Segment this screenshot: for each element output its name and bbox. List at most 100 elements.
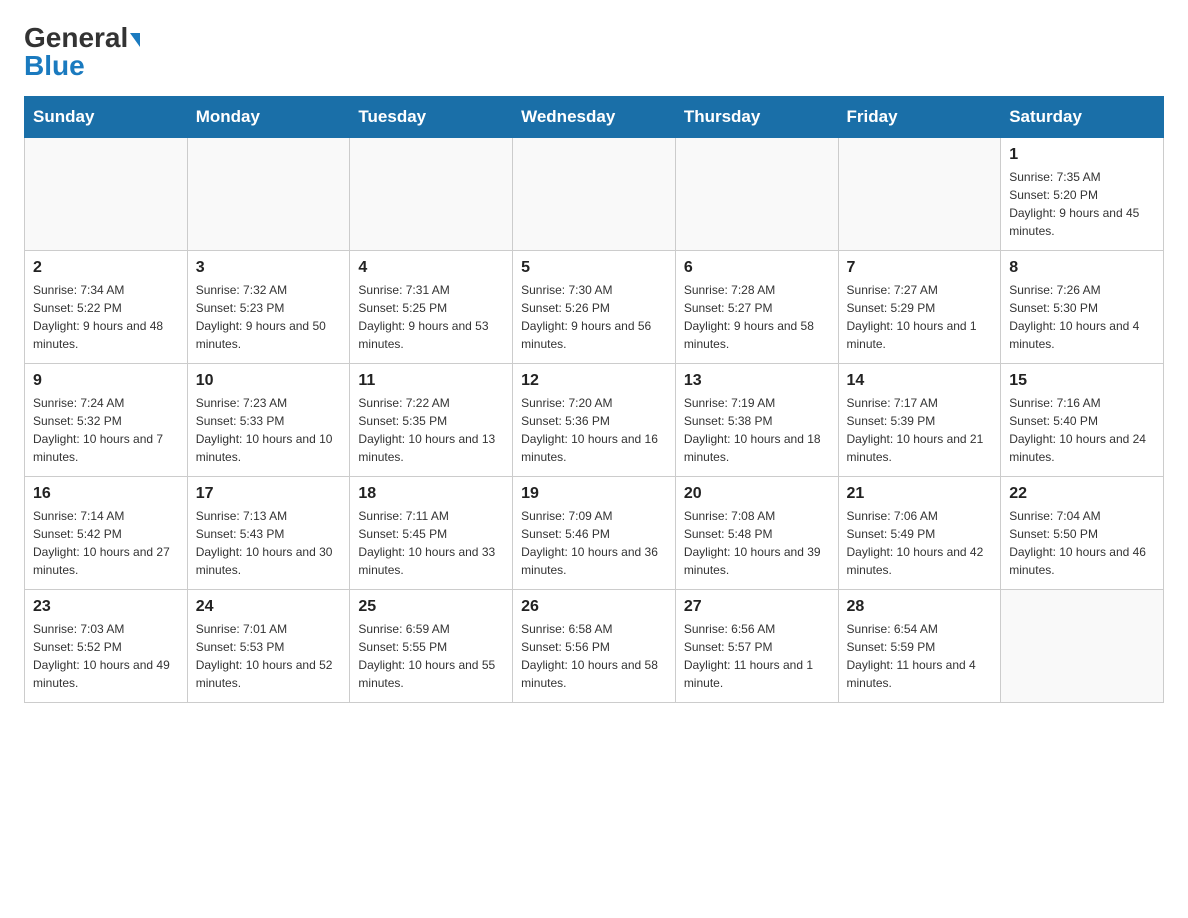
weekday-header-saturday: Saturday	[1001, 97, 1164, 138]
day-cell	[187, 138, 350, 251]
day-number: 12	[521, 372, 667, 390]
day-info: Sunrise: 7:08 AMSunset: 5:48 PMDaylight:…	[684, 507, 830, 579]
day-cell: 25Sunrise: 6:59 AMSunset: 5:55 PMDayligh…	[350, 590, 513, 703]
weekday-header-row: SundayMondayTuesdayWednesdayThursdayFrid…	[25, 97, 1164, 138]
day-info: Sunrise: 7:09 AMSunset: 5:46 PMDaylight:…	[521, 507, 667, 579]
logo-arrow-icon	[130, 33, 140, 47]
day-info: Sunrise: 7:11 AMSunset: 5:45 PMDaylight:…	[358, 507, 504, 579]
day-info: Sunrise: 7:13 AMSunset: 5:43 PMDaylight:…	[196, 507, 342, 579]
week-row-3: 9 Sunrise: 7:24 AMSunset: 5:32 PMDaylight…	[25, 364, 1164, 477]
day-info: Sunrise: 7:30 AMSunset: 5:26 PMDaylight:…	[521, 281, 667, 353]
weekday-header-friday: Friday	[838, 97, 1001, 138]
logo: General Blue	[24, 24, 140, 80]
day-number: 24	[196, 598, 342, 616]
day-cell	[513, 138, 676, 251]
weekday-header-tuesday: Tuesday	[350, 97, 513, 138]
day-cell: 1 Sunrise: 7:35 AMSunset: 5:20 PMDaylight…	[1001, 138, 1164, 251]
day-number: 2	[33, 259, 179, 277]
day-number: 3	[196, 259, 342, 277]
day-cell: 28 Sunrise: 6:54 AMSunset: 5:59 PMDayligh…	[838, 590, 1001, 703]
day-number: 10	[196, 372, 342, 390]
day-info: Sunrise: 6:59 AMSunset: 5:55 PMDaylight:…	[358, 620, 504, 692]
week-row-1: 1 Sunrise: 7:35 AMSunset: 5:20 PMDaylight…	[25, 138, 1164, 251]
day-number: 5	[521, 259, 667, 277]
day-number: 14	[847, 372, 993, 390]
day-number: 17	[196, 485, 342, 503]
day-number: 11	[358, 372, 504, 390]
day-cell: 24 Sunrise: 7:01 AMSunset: 5:53 PMDayligh…	[187, 590, 350, 703]
day-cell: 6 Sunrise: 7:28 AMSunset: 5:27 PMDaylight…	[675, 251, 838, 364]
day-info: Sunrise: 7:23 AMSunset: 5:33 PMDaylight:…	[196, 394, 342, 466]
logo-text: General Blue	[24, 24, 140, 80]
day-info: Sunrise: 7:28 AMSunset: 5:27 PMDaylight:…	[684, 281, 830, 353]
day-cell: 26 Sunrise: 6:58 AMSunset: 5:56 PMDayligh…	[513, 590, 676, 703]
day-info: Sunrise: 7:26 AMSunset: 5:30 PMDaylight:…	[1009, 281, 1155, 353]
logo-blue: Blue	[24, 50, 85, 81]
day-number: 6	[684, 259, 830, 277]
day-info: Sunrise: 7:31 AMSunset: 5:25 PMDaylight:…	[358, 281, 504, 353]
day-info: Sunrise: 7:27 AMSunset: 5:29 PMDaylight:…	[847, 281, 993, 353]
day-info: Sunrise: 6:54 AMSunset: 5:59 PMDaylight:…	[847, 620, 993, 692]
day-number: 1	[1009, 146, 1155, 164]
day-info: Sunrise: 7:22 AMSunset: 5:35 PMDaylight:…	[358, 394, 504, 466]
day-cell: 3 Sunrise: 7:32 AMSunset: 5:23 PMDaylight…	[187, 251, 350, 364]
day-cell: 21Sunrise: 7:06 AMSunset: 5:49 PMDayligh…	[838, 477, 1001, 590]
day-cell: 15 Sunrise: 7:16 AMSunset: 5:40 PMDayligh…	[1001, 364, 1164, 477]
day-cell: 27Sunrise: 6:56 AMSunset: 5:57 PMDayligh…	[675, 590, 838, 703]
day-number: 16	[33, 485, 179, 503]
day-cell: 17 Sunrise: 7:13 AMSunset: 5:43 PMDayligh…	[187, 477, 350, 590]
weekday-header-monday: Monday	[187, 97, 350, 138]
day-number: 9	[33, 372, 179, 390]
day-number: 22	[1009, 485, 1155, 503]
day-cell: 18 Sunrise: 7:11 AMSunset: 5:45 PMDayligh…	[350, 477, 513, 590]
day-info: Sunrise: 7:04 AMSunset: 5:50 PMDaylight:…	[1009, 507, 1155, 579]
day-number: 28	[847, 598, 993, 616]
day-number: 23	[33, 598, 179, 616]
day-number: 7	[847, 259, 993, 277]
day-info: Sunrise: 7:01 AMSunset: 5:53 PMDaylight:…	[196, 620, 342, 692]
day-info: Sunrise: 7:16 AMSunset: 5:40 PMDaylight:…	[1009, 394, 1155, 466]
weekday-header-thursday: Thursday	[675, 97, 838, 138]
day-cell: 9 Sunrise: 7:24 AMSunset: 5:32 PMDaylight…	[25, 364, 188, 477]
page-header: General Blue	[24, 24, 1164, 80]
day-cell: 2Sunrise: 7:34 AMSunset: 5:22 PMDaylight…	[25, 251, 188, 364]
week-row-2: 2Sunrise: 7:34 AMSunset: 5:22 PMDaylight…	[25, 251, 1164, 364]
day-info: Sunrise: 7:32 AMSunset: 5:23 PMDaylight:…	[196, 281, 342, 353]
day-number: 26	[521, 598, 667, 616]
day-number: 20	[684, 485, 830, 503]
weekday-header-wednesday: Wednesday	[513, 97, 676, 138]
day-info: Sunrise: 6:58 AMSunset: 5:56 PMDaylight:…	[521, 620, 667, 692]
day-cell: 11 Sunrise: 7:22 AMSunset: 5:35 PMDayligh…	[350, 364, 513, 477]
day-info: Sunrise: 6:56 AMSunset: 5:57 PMDaylight:…	[684, 620, 830, 692]
day-info: Sunrise: 7:14 AMSunset: 5:42 PMDaylight:…	[33, 507, 179, 579]
day-cell: 19 Sunrise: 7:09 AMSunset: 5:46 PMDayligh…	[513, 477, 676, 590]
day-cell	[675, 138, 838, 251]
day-number: 18	[358, 485, 504, 503]
day-number: 19	[521, 485, 667, 503]
day-info: Sunrise: 7:06 AMSunset: 5:49 PMDaylight:…	[847, 507, 993, 579]
day-cell: 23 Sunrise: 7:03 AMSunset: 5:52 PMDayligh…	[25, 590, 188, 703]
day-cell: 13 Sunrise: 7:19 AMSunset: 5:38 PMDayligh…	[675, 364, 838, 477]
day-info: Sunrise: 7:19 AMSunset: 5:38 PMDaylight:…	[684, 394, 830, 466]
day-cell: 5 Sunrise: 7:30 AMSunset: 5:26 PMDaylight…	[513, 251, 676, 364]
day-cell: 22 Sunrise: 7:04 AMSunset: 5:50 PMDayligh…	[1001, 477, 1164, 590]
day-cell: 7 Sunrise: 7:27 AMSunset: 5:29 PMDaylight…	[838, 251, 1001, 364]
day-cell	[25, 138, 188, 251]
day-number: 15	[1009, 372, 1155, 390]
day-cell: 10 Sunrise: 7:23 AMSunset: 5:33 PMDayligh…	[187, 364, 350, 477]
day-info: Sunrise: 7:35 AMSunset: 5:20 PMDaylight:…	[1009, 168, 1155, 240]
day-cell: 16 Sunrise: 7:14 AMSunset: 5:42 PMDayligh…	[25, 477, 188, 590]
day-info: Sunrise: 7:17 AMSunset: 5:39 PMDaylight:…	[847, 394, 993, 466]
day-number: 13	[684, 372, 830, 390]
day-cell: 20 Sunrise: 7:08 AMSunset: 5:48 PMDayligh…	[675, 477, 838, 590]
day-number: 4	[358, 259, 504, 277]
week-row-4: 16 Sunrise: 7:14 AMSunset: 5:42 PMDayligh…	[25, 477, 1164, 590]
day-cell	[1001, 590, 1164, 703]
day-info: Sunrise: 7:03 AMSunset: 5:52 PMDaylight:…	[33, 620, 179, 692]
day-cell: 4 Sunrise: 7:31 AMSunset: 5:25 PMDaylight…	[350, 251, 513, 364]
day-number: 8	[1009, 259, 1155, 277]
day-info: Sunrise: 7:24 AMSunset: 5:32 PMDaylight:…	[33, 394, 179, 466]
day-info: Sunrise: 7:20 AMSunset: 5:36 PMDaylight:…	[521, 394, 667, 466]
calendar-table: SundayMondayTuesdayWednesdayThursdayFrid…	[24, 96, 1164, 703]
day-cell	[838, 138, 1001, 251]
